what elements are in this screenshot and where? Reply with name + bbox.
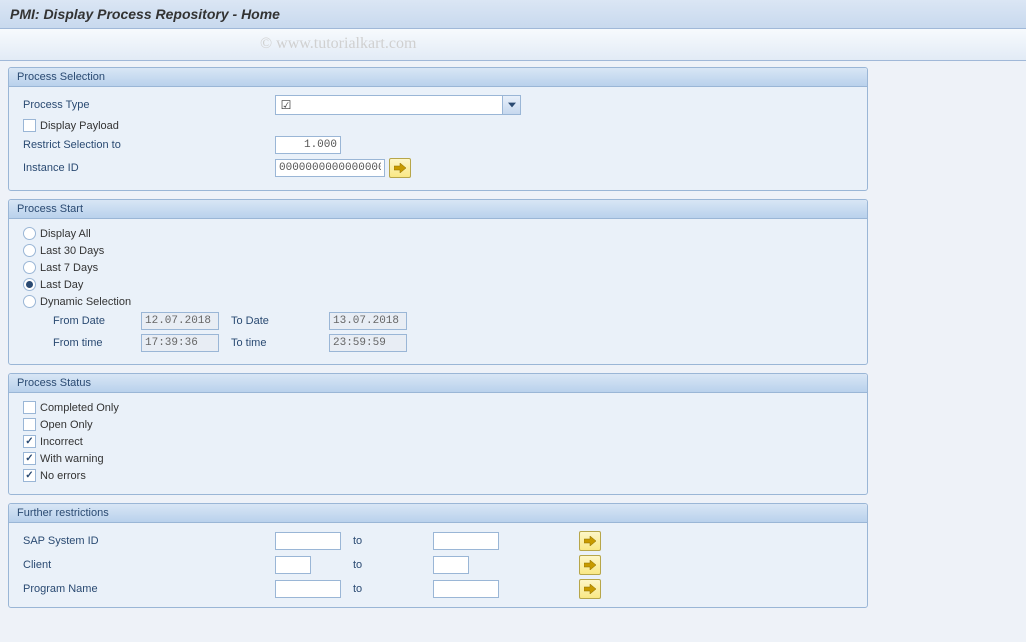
restrict-label: Restrict Selection to <box>23 139 275 151</box>
no-errors-checkbox[interactable]: No errors <box>23 469 86 482</box>
completed-only-checkbox[interactable]: Completed Only <box>23 401 119 414</box>
from-date-label: From Date <box>53 315 141 327</box>
sap-system-id-from-input[interactable] <box>275 532 341 550</box>
to-label: to <box>341 535 433 547</box>
instance-id-label: Instance ID <box>23 162 275 174</box>
client-label: Client <box>23 559 275 571</box>
open-only-checkbox[interactable]: Open Only <box>23 418 93 431</box>
group-header: Further restrictions <box>9 504 867 523</box>
checkbox-icon <box>23 469 36 482</box>
instance-id-input[interactable] <box>275 159 385 177</box>
radio-display-all[interactable]: Display All <box>23 227 91 240</box>
client-multiselect-button[interactable] <box>579 555 601 575</box>
checkbox-icon <box>23 452 36 465</box>
group-header: Process Selection <box>9 68 867 87</box>
radio-icon <box>23 261 36 274</box>
radio-last-day[interactable]: Last Day <box>23 278 83 291</box>
content-area: Process Selection Process Type ☑ Display… <box>0 61 876 608</box>
to-date-input[interactable] <box>329 312 407 330</box>
incorrect-checkbox[interactable]: Incorrect <box>23 435 83 448</box>
page-title: PMI: Display Process Repository - Home <box>10 6 1016 22</box>
client-from-input[interactable] <box>275 556 311 574</box>
sap-system-id-multiselect-button[interactable] <box>579 531 601 551</box>
to-label: to <box>341 559 433 571</box>
to-time-input[interactable] <box>329 334 407 352</box>
group-further-restrictions: Further restrictions SAP System ID to Cl… <box>8 503 868 608</box>
from-time-input[interactable] <box>141 334 219 352</box>
process-type-label: Process Type <box>23 99 275 111</box>
checkbox-label: Incorrect <box>40 436 83 448</box>
radio-label: Display All <box>40 228 91 240</box>
radio-icon <box>23 227 36 240</box>
watermark: © www.tutorialkart.com <box>260 35 416 53</box>
program-name-label: Program Name <box>23 583 275 595</box>
with-warning-checkbox[interactable]: With warning <box>23 452 104 465</box>
radio-icon <box>23 244 36 257</box>
process-type-combo[interactable]: ☑ <box>275 95 521 115</box>
program-name-multiselect-button[interactable] <box>579 579 601 599</box>
client-to-input[interactable] <box>433 556 469 574</box>
title-bar: PMI: Display Process Repository - Home <box>0 0 1026 29</box>
checkbox-icon <box>23 401 36 414</box>
radio-label: Last Day <box>40 279 83 291</box>
program-name-from-input[interactable] <box>275 580 341 598</box>
display-payload-checkbox[interactable]: Display Payload <box>23 119 119 132</box>
from-date-input[interactable] <box>141 312 219 330</box>
radio-last-30[interactable]: Last 30 Days <box>23 244 104 257</box>
radio-last-7[interactable]: Last 7 Days <box>23 261 98 274</box>
radio-dynamic[interactable]: Dynamic Selection <box>23 295 131 308</box>
to-label: to <box>341 583 433 595</box>
group-process-status: Process Status Completed Only Open Only … <box>8 373 868 495</box>
group-header: Process Start <box>9 200 867 219</box>
checkbox-icon <box>23 418 36 431</box>
checkbox-label: No errors <box>40 470 86 482</box>
sap-system-id-to-input[interactable] <box>433 532 499 550</box>
radio-label: Last 30 Days <box>40 245 104 257</box>
checkbox-label: Completed Only <box>40 402 119 414</box>
checkbox-label: With warning <box>40 453 104 465</box>
instance-id-multiselect-button[interactable] <box>389 158 411 178</box>
chevron-down-icon[interactable] <box>502 96 520 114</box>
from-time-label: From time <box>53 337 141 349</box>
radio-icon <box>23 295 36 308</box>
sap-system-id-label: SAP System ID <box>23 535 275 547</box>
radio-label: Dynamic Selection <box>40 296 131 308</box>
group-process-start: Process Start Display All Last 30 Days L… <box>8 199 868 365</box>
radio-label: Last 7 Days <box>40 262 98 274</box>
display-payload-label: Display Payload <box>40 120 119 132</box>
checkbox-icon <box>23 119 36 132</box>
restrict-input[interactable] <box>275 136 341 154</box>
checkbox-icon <box>23 435 36 448</box>
to-date-label: To Date <box>231 315 309 327</box>
group-process-selection: Process Selection Process Type ☑ Display… <box>8 67 868 191</box>
checkbox-icon: ☑ <box>276 96 296 114</box>
group-header: Process Status <box>9 374 867 393</box>
radio-icon <box>23 278 36 291</box>
checkbox-label: Open Only <box>40 419 93 431</box>
program-name-to-input[interactable] <box>433 580 499 598</box>
to-time-label: To time <box>231 337 309 349</box>
toolbar: © www.tutorialkart.com <box>0 29 1026 61</box>
